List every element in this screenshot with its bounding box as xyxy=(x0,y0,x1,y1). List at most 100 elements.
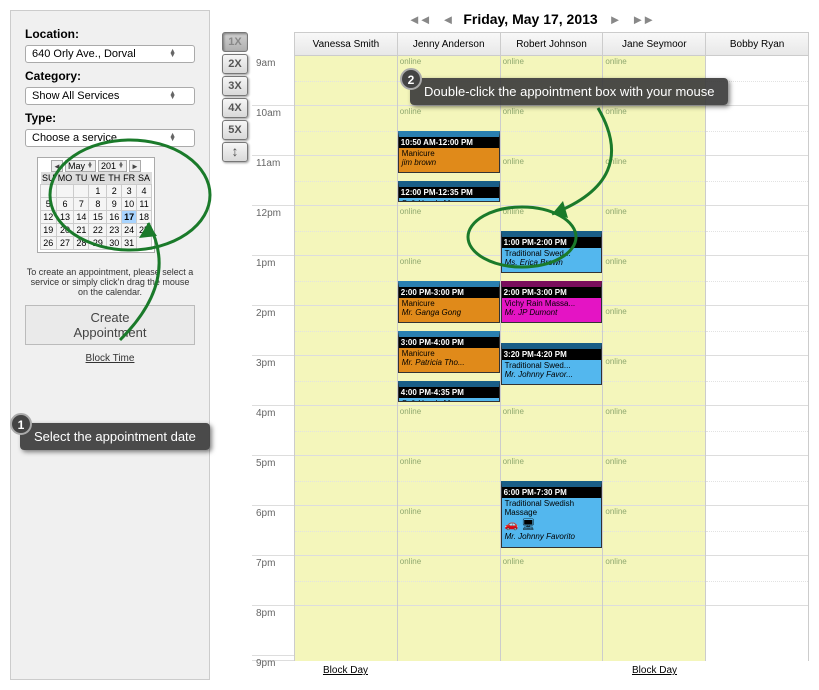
mini-cal-day[interactable]: 22 xyxy=(89,224,107,237)
zoom-fit-button[interactable]: ↕ xyxy=(222,142,248,162)
zoom-2x-button[interactable]: 2X xyxy=(222,54,248,74)
mini-cal-day[interactable]: 25 xyxy=(137,224,152,237)
online-indicator: online xyxy=(400,257,421,266)
mini-cal-day[interactable]: 6 xyxy=(56,198,74,211)
mini-cal-day[interactable]: 3 xyxy=(122,185,137,198)
mini-cal-day[interactable]: 15 xyxy=(89,211,107,224)
dow-header: TU xyxy=(74,172,89,185)
mini-cal-day[interactable]: 1 xyxy=(89,185,107,198)
appointment[interactable]: 12:00 PM-12:35 PMSoft Hands Massa...Jeff… xyxy=(398,181,500,202)
dow-header: WE xyxy=(89,172,107,185)
appointment[interactable]: 10:50 AM-12:00 PMManicurejim brown xyxy=(398,131,500,173)
resource-column: Robert Johnsononlineonlineonlineonlineon… xyxy=(501,32,604,661)
resource-body[interactable] xyxy=(295,56,397,606)
mini-cal-day[interactable]: 31 xyxy=(122,237,137,250)
first-day-button[interactable]: ◄◄ xyxy=(407,12,431,27)
online-indicator: online xyxy=(605,307,626,316)
mini-cal-day[interactable]: 17 xyxy=(122,211,137,224)
appointment-time: 1:00 PM-2:00 PM xyxy=(502,237,602,248)
create-appointment-button[interactable]: Create Appointment xyxy=(25,305,195,345)
mini-cal-day[interactable]: 13 xyxy=(56,211,74,224)
mini-cal-day[interactable]: 12 xyxy=(41,211,57,224)
mini-cal-day[interactable]: 10 xyxy=(122,198,137,211)
mini-cal-day[interactable]: 23 xyxy=(107,224,122,237)
mini-calendar[interactable]: ◄ May▲▼ 201▲▼ ► SUMOTUWETHFRSA 123456789… xyxy=(37,157,155,253)
zoom-3x-button[interactable]: 3X xyxy=(222,76,248,96)
mini-cal-day[interactable]: 19 xyxy=(41,224,57,237)
resource-body[interactable]: onlineonlineonlineonlineonlineonlineonli… xyxy=(398,56,500,606)
resource-body[interactable] xyxy=(706,56,808,606)
time-label: 12pm xyxy=(252,206,294,256)
resource-header[interactable]: Robert Johnson xyxy=(501,32,603,56)
date-title: Friday, May 17, 2013 xyxy=(463,11,597,27)
month-select[interactable]: May▲▼ xyxy=(65,160,96,172)
mini-cal-day[interactable]: 14 xyxy=(74,211,89,224)
mini-cal-day[interactable]: 30 xyxy=(107,237,122,250)
block-day-link[interactable]: Block Day xyxy=(603,661,706,680)
mini-cal-day[interactable]: 26 xyxy=(41,237,57,250)
mini-cal-day xyxy=(74,185,89,198)
appointment[interactable]: 3:20 PM-4:20 PMTraditional Swed...Mr. Jo… xyxy=(501,343,603,385)
mini-cal-day[interactable]: 8 xyxy=(89,198,107,211)
mini-cal-day[interactable]: 11 xyxy=(137,198,152,211)
mini-cal-day[interactable]: 24 xyxy=(122,224,137,237)
mini-cal-day[interactable]: 28 xyxy=(74,237,89,250)
appointment[interactable]: 2:00 PM-3:00 PMVichy Rain Massa...Mr. JP… xyxy=(501,281,603,323)
mini-cal-day[interactable]: 16 xyxy=(107,211,122,224)
appointment-client: Mr. Johnny Favorito xyxy=(505,532,599,541)
mini-cal-day[interactable]: 9 xyxy=(107,198,122,211)
resource-header[interactable]: Jane Seymoor xyxy=(603,32,705,56)
time-label: 6pm xyxy=(252,506,294,556)
zoom-1x-button[interactable]: 1X xyxy=(222,32,248,52)
online-indicator: online xyxy=(503,457,524,466)
mini-cal-day[interactable]: 18 xyxy=(137,211,152,224)
mini-cal-day[interactable]: 27 xyxy=(56,237,74,250)
appointment-service: Traditional Swedish Massage xyxy=(505,499,599,517)
resource-body[interactable]: onlineonlineonlineonlineonlineonlineonli… xyxy=(501,56,603,606)
appointment-service: Manicure xyxy=(402,299,496,308)
time-label: 5pm xyxy=(252,456,294,506)
resource-header[interactable]: Vanessa Smith xyxy=(295,32,397,56)
type-select[interactable]: Choose a service ▲▼ xyxy=(25,129,195,147)
appointment[interactable]: 1:00 PM-2:00 PMTraditional Swed...Ms. Er… xyxy=(501,231,603,273)
appointment[interactable]: 2:00 PM-3:00 PMManicureMr. Ganga Gong xyxy=(398,281,500,323)
next-day-button[interactable]: ► xyxy=(608,12,621,27)
prev-month-button[interactable]: ◄ xyxy=(51,160,63,172)
resource-header[interactable]: Bobby Ryan xyxy=(706,32,808,56)
appointment-service: Traditional Swed... xyxy=(505,361,599,370)
resource-column: Jane Seymooronlineonlineonlineonlineonli… xyxy=(603,32,706,661)
mini-cal-day[interactable]: 2 xyxy=(107,185,122,198)
category-select[interactable]: Show All Services ▲▼ xyxy=(25,87,195,105)
mini-cal-day[interactable]: 21 xyxy=(74,224,89,237)
last-day-button[interactable]: ►► xyxy=(630,12,654,27)
resource-body[interactable]: onlineonlineonlineonlineonlineonlineonli… xyxy=(603,56,705,606)
prev-day-button[interactable]: ◄ xyxy=(441,12,454,27)
year-select[interactable]: 201▲▼ xyxy=(98,160,127,172)
online-indicator: online xyxy=(503,557,524,566)
mini-cal-day[interactable]: 4 xyxy=(137,185,152,198)
zoom-4x-button[interactable]: 4X xyxy=(222,98,248,118)
online-indicator: online xyxy=(605,357,626,366)
next-month-button[interactable]: ► xyxy=(129,160,141,172)
online-indicator: online xyxy=(503,57,524,66)
appointment[interactable]: 6:00 PM-7:30 PMTraditional Swedish Massa… xyxy=(501,481,603,548)
location-select[interactable]: 640 Orly Ave., Dorval ▲▼ xyxy=(25,45,195,63)
online-indicator: online xyxy=(400,457,421,466)
appointment-service: Soft Hands Massa... xyxy=(402,399,496,402)
mini-cal-day[interactable]: 7 xyxy=(74,198,89,211)
mini-cal-day[interactable]: 20 xyxy=(56,224,74,237)
callout-2: 2 Double-click the appointment box with … xyxy=(410,78,728,105)
mini-cal-day[interactable]: 5 xyxy=(41,198,57,211)
resource-header[interactable]: Jenny Anderson xyxy=(398,32,500,56)
block-day-link[interactable]: Block Day xyxy=(294,661,397,680)
appointment-client: Mr. Johnny Favor... xyxy=(505,370,599,379)
mini-cal-day[interactable]: 29 xyxy=(89,237,107,250)
zoom-5x-button[interactable]: 5X xyxy=(222,120,248,140)
online-indicator: online xyxy=(605,207,626,216)
chevron-updown-icon: ▲▼ xyxy=(169,50,176,58)
appointment[interactable]: 4:00 PM-4:35 PMSoft Hands Massa...Mrs. J… xyxy=(398,381,500,402)
mini-calendar-table[interactable]: SUMOTUWETHFRSA 1234567891011121314151617… xyxy=(40,172,152,250)
block-time-link[interactable]: Block Time xyxy=(25,353,195,364)
appointment[interactable]: 3:00 PM-4:00 PMManicureMr. Patricia Tho.… xyxy=(398,331,500,373)
appointment-time: 6:00 PM-7:30 PM xyxy=(502,487,602,498)
